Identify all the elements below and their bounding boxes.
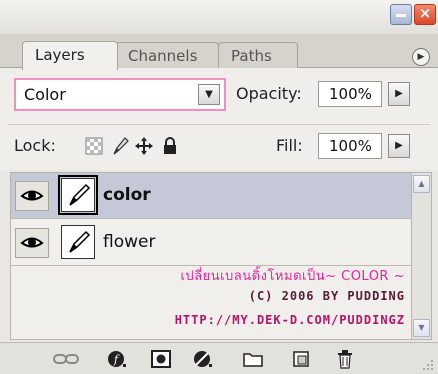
credit-line-copyright: (C) 2006 BY PUDDING — [248, 289, 405, 303]
layer-name[interactable]: color — [103, 185, 151, 205]
layers-list: color flower เปลี่ยนเบลนดิ้งโหมดเป็น~ CO… — [10, 172, 412, 340]
adjustment-layer-icon[interactable] — [192, 349, 214, 369]
lock-all-icon[interactable] — [160, 136, 180, 156]
tab-bar: Paths Channels Layers ▶ — [0, 34, 438, 70]
lock-image-pixels-icon[interactable] — [110, 136, 130, 156]
fill-field[interactable]: 100% — [318, 133, 382, 159]
play-arrow-icon: ▶ — [417, 52, 425, 62]
close-icon: × — [418, 4, 432, 22]
layers-toolbar: f — [0, 342, 438, 374]
brush-icon — [69, 183, 91, 206]
eye-icon — [20, 190, 44, 201]
play-arrow-icon: ▶ — [395, 140, 403, 151]
new-layer-icon[interactable] — [290, 349, 312, 369]
close-button[interactable]: × — [414, 4, 436, 25]
layers-panel: × Paths Channels Layers ▶ Color ▼ Opacit… — [0, 0, 438, 374]
delete-layer-icon[interactable] — [334, 349, 356, 369]
vertical-scrollbar[interactable]: ▲ ▼ — [412, 172, 432, 340]
divider — [8, 124, 430, 125]
opacity-slider-button[interactable]: ▶ — [388, 82, 410, 106]
scroll-up-button[interactable]: ▲ — [413, 175, 430, 193]
link-layers-icon[interactable] — [52, 349, 80, 369]
layer-thumbnail — [61, 225, 95, 259]
blend-mode-value: Color — [24, 85, 66, 104]
lock-position-icon[interactable] — [134, 136, 154, 156]
layer-controls: Color ▼ Opacity: 100% ▶ Lock: Fill: 100% — [0, 68, 438, 170]
layer-mask-icon[interactable] — [150, 349, 172, 369]
scroll-down-button[interactable]: ▼ — [413, 319, 430, 337]
play-arrow-icon: ▶ — [395, 88, 403, 99]
layer-style-icon[interactable]: f — [106, 349, 128, 369]
fill-slider-button[interactable]: ▶ — [388, 134, 410, 158]
credit-line-blend: เปลี่ยนเบลนดิ้งโหมดเป็น~ COLOR ~ — [180, 269, 405, 284]
tab-paths[interactable]: Paths — [218, 42, 298, 69]
credit-line-url: HTTP://MY.DEK-D.COM/PUDDINGZ — [174, 313, 405, 327]
visibility-toggle[interactable] — [15, 228, 49, 258]
panel-menu-button[interactable]: ▶ — [412, 48, 430, 66]
chevron-down-icon: ▼ — [418, 323, 425, 332]
minimize-button[interactable] — [390, 4, 412, 25]
chevron-up-icon: ▲ — [418, 179, 425, 188]
tab-channels-label: Channels — [128, 47, 198, 65]
opacity-field[interactable]: 100% — [318, 81, 382, 107]
tab-paths-label: Paths — [231, 47, 272, 65]
fill-label: Fill: — [276, 136, 303, 155]
eye-icon — [20, 237, 44, 248]
layer-name[interactable]: flower — [103, 232, 155, 252]
tab-layers[interactable]: Layers — [22, 41, 118, 70]
layer-row-color[interactable]: color — [11, 173, 411, 219]
resize-grip-icon[interactable] — [420, 357, 434, 371]
tab-channels[interactable]: Channels — [115, 42, 219, 69]
layer-row-flower[interactable]: flower — [11, 220, 411, 266]
lock-transparent-pixels-icon[interactable] — [84, 136, 104, 156]
blend-mode-select[interactable]: Color ▼ — [14, 78, 226, 111]
lock-label: Lock: — [14, 136, 56, 155]
visibility-toggle[interactable] — [15, 181, 49, 211]
opacity-label: Opacity: — [236, 84, 302, 103]
tab-layers-label: Layers — [35, 46, 85, 64]
new-group-icon[interactable] — [242, 349, 264, 369]
brush-icon — [69, 230, 91, 253]
layer-thumbnail — [58, 175, 98, 215]
panel-title-bar[interactable]: × — [0, 0, 438, 34]
chevron-down-icon[interactable]: ▼ — [198, 84, 220, 105]
